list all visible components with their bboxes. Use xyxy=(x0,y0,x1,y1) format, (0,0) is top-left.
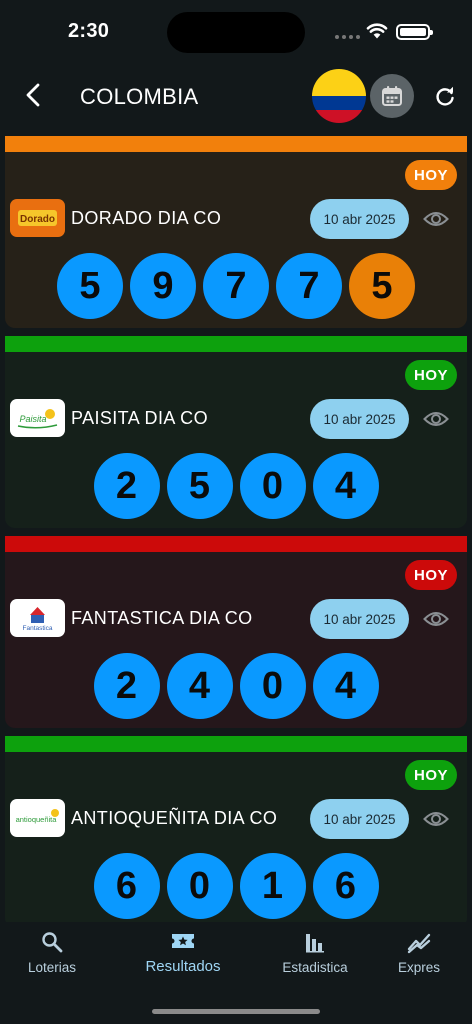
card-accent-stripe xyxy=(5,536,467,552)
svg-text:Dorado: Dorado xyxy=(20,214,55,225)
today-badge: HOY xyxy=(405,760,457,790)
number-ball: 7 xyxy=(203,253,269,319)
number-ball: 4 xyxy=(312,653,379,719)
nav-item-estadistica[interactable]: Estadistica xyxy=(260,930,370,975)
trending-icon xyxy=(407,933,431,954)
today-badge: HOY xyxy=(405,560,457,590)
number-ball: 5 xyxy=(166,453,233,519)
view-button[interactable] xyxy=(422,607,450,631)
home-indicator xyxy=(152,1009,320,1014)
result-card[interactable]: HOY Paisita PAISITA DIA CO 10 abr 2025 2… xyxy=(5,336,467,528)
number-ball: 1 xyxy=(239,853,306,919)
nav-item-resultados[interactable]: Resultados xyxy=(128,930,238,975)
draw-date[interactable]: 10 abr 2025 xyxy=(310,599,409,639)
result-balls: 2 5 0 4 xyxy=(5,453,467,519)
nav-label: Resultados xyxy=(145,958,221,975)
search-icon xyxy=(42,932,63,953)
view-button[interactable] xyxy=(422,407,450,431)
draw-date[interactable]: 10 abr 2025 xyxy=(310,399,409,439)
number-ball: 9 xyxy=(130,253,196,319)
calendar-icon xyxy=(382,86,402,106)
lottery-name: DORADO DIA CO xyxy=(71,208,222,228)
today-badge: HOY xyxy=(405,160,457,190)
result-balls: 6 0 1 6 xyxy=(5,853,467,919)
view-button[interactable] xyxy=(422,807,450,831)
lottery-name: PAISITA DIA CO xyxy=(71,408,208,428)
nav-item-loterias[interactable]: Loterias xyxy=(0,930,107,975)
lottery-logo: Fantastica xyxy=(10,599,65,637)
svg-text:antioqueñita: antioqueñita xyxy=(16,815,58,824)
number-ball: 0 xyxy=(239,653,306,719)
number-ball: 6 xyxy=(312,853,379,919)
eye-icon xyxy=(423,612,449,626)
chevron-left-icon xyxy=(26,83,40,107)
svg-text:Paisita: Paisita xyxy=(19,414,46,424)
cellular-signal-icon xyxy=(335,35,360,39)
colombia-flag-icon[interactable] xyxy=(312,69,366,123)
refresh-icon xyxy=(436,86,454,106)
refresh-button[interactable] xyxy=(430,82,460,112)
number-ball: 7 xyxy=(276,253,342,319)
lottery-logo: antioqueñita xyxy=(10,799,65,837)
eye-icon xyxy=(423,412,449,426)
dynamic-island xyxy=(167,12,305,53)
number-ball: 2 xyxy=(93,653,160,719)
svg-text:Fantastica: Fantastica xyxy=(23,625,53,632)
result-balls: 5 9 7 7 5 xyxy=(5,253,467,319)
result-card[interactable]: HOY Fantastica FANTASTICA DIA CO 10 abr … xyxy=(5,536,467,728)
lottery-name: FANTASTICA DIA CO xyxy=(71,608,253,628)
number-ball: 5 xyxy=(57,253,123,319)
app-header: COLOMBIA xyxy=(0,62,472,132)
nav-label: Expres xyxy=(397,960,441,975)
bar-chart-icon xyxy=(306,934,324,953)
eye-icon xyxy=(423,212,449,226)
number-ball: 4 xyxy=(312,453,379,519)
eye-icon xyxy=(423,812,449,826)
card-accent-stripe xyxy=(5,136,467,152)
wifi-icon xyxy=(366,23,388,39)
battery-icon xyxy=(396,24,433,40)
nav-label: Estadistica xyxy=(282,960,348,975)
number-ball: 2 xyxy=(93,453,160,519)
result-card[interactable]: HOY Dorado DORADO DIA CO 10 abr 2025 5 9… xyxy=(5,136,467,328)
card-accent-stripe xyxy=(5,736,467,752)
status-bar: 2:30 xyxy=(0,0,472,62)
results-list[interactable]: HOY Dorado DORADO DIA CO 10 abr 2025 5 9… xyxy=(0,136,472,922)
special-number-ball: 5 xyxy=(349,253,415,319)
page-title: COLOMBIA xyxy=(80,84,199,109)
number-ball: 0 xyxy=(166,853,233,919)
number-ball: 4 xyxy=(166,653,233,719)
number-ball: 0 xyxy=(239,453,306,519)
result-balls: 2 4 0 4 xyxy=(5,653,467,719)
draw-date[interactable]: 10 abr 2025 xyxy=(310,799,409,839)
lottery-logo: Paisita xyxy=(10,399,65,437)
today-badge: HOY xyxy=(405,360,457,390)
lottery-name: ANTIOQUEÑITA DIA CO xyxy=(71,808,278,828)
calendar-button[interactable] xyxy=(370,74,414,118)
back-button[interactable] xyxy=(18,80,48,110)
result-card[interactable]: HOY antioqueñita ANTIOQUEÑITA DIA CO 10 … xyxy=(5,736,467,922)
nav-label: Loterias xyxy=(27,960,77,975)
card-accent-stripe xyxy=(5,336,467,352)
number-ball: 6 xyxy=(93,853,160,919)
nav-item-expres[interactable]: Expres xyxy=(364,930,472,975)
ticket-star-icon xyxy=(172,934,194,948)
draw-date[interactable]: 10 abr 2025 xyxy=(310,199,409,239)
lottery-logo: Dorado xyxy=(10,199,65,237)
status-time: 2:30 xyxy=(68,20,110,42)
view-button[interactable] xyxy=(422,207,450,231)
